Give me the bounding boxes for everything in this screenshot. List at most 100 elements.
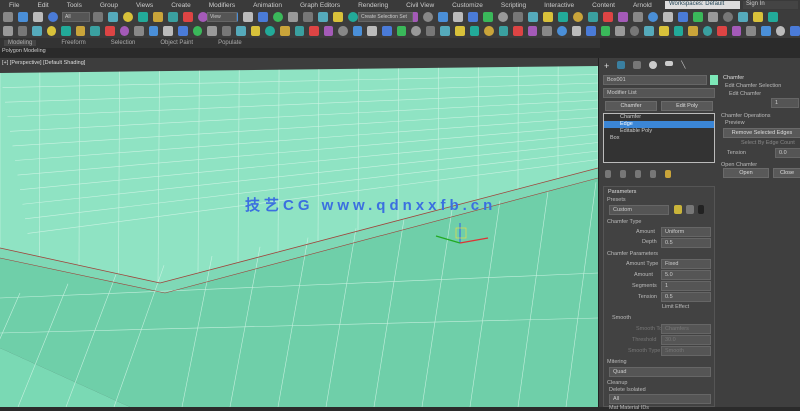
toolbar-tool-icon[interactable] [3,26,13,36]
toolbar-tool-icon[interactable] [790,26,800,36]
toolbar-tool-icon[interactable] [630,26,640,36]
toolbar-tool-icon[interactable] [280,26,290,36]
toolbar-tool-icon[interactable] [3,12,13,22]
ribbon-tab[interactable]: Populate [218,40,242,46]
toolbar-tool-icon[interactable] [688,26,698,36]
show-end-result-icon[interactable] [620,170,626,178]
toolbar-tool-icon[interactable] [18,12,28,22]
toolbar-tool-icon[interactable] [484,26,494,36]
toolbar-tool-icon[interactable] [558,12,568,22]
modifier-button-2[interactable]: Edit Poly [661,101,713,111]
threshold-spinner[interactable]: 30.0 [661,335,711,345]
close-button[interactable]: Close [773,168,800,178]
toolbar-tool-icon[interactable] [18,26,28,36]
open-button[interactable]: Open [723,168,769,178]
toolbar-tool-icon[interactable] [603,12,613,22]
amount-dropdown[interactable]: Uniform [661,227,711,237]
depth-spinner[interactable]: 0.5 [661,238,711,248]
toolbar-tool-icon[interactable] [455,26,465,36]
toolbar-tool-icon[interactable] [222,26,232,36]
toolbar-tool-icon[interactable] [663,12,673,22]
toolbar-tool-icon[interactable] [588,12,598,22]
toolbar-tool-icon[interactable] [90,26,100,36]
toolbar-tool-icon[interactable] [123,12,133,22]
toolbar-tool-icon[interactable] [193,26,203,36]
toolbar-tool-icon[interactable] [498,12,508,22]
toolbar-tool-icon[interactable] [138,12,148,22]
create-tab-icon[interactable]: + [604,61,609,69]
toolbar-tool-icon[interactable] [207,26,217,36]
toolbar-tool-icon[interactable] [120,26,130,36]
configure-sets-icon[interactable] [665,170,671,178]
ribbon-tab[interactable]: Freeform [61,40,85,46]
stack-item[interactable]: Chamfer [604,114,714,121]
select-by-edge-count[interactable]: Select By Edge Count [741,140,795,146]
toolbar-tool-icon[interactable] [251,26,261,36]
toolbar-tool-icon[interactable] [318,12,328,22]
segments-spinner[interactable]: 1 [661,281,711,291]
toolbar-tool-icon[interactable] [149,26,159,36]
selection-filter-dropdown[interactable]: All [62,12,90,22]
menu-item[interactable]: Rendering [349,2,397,9]
toolbar-tool-icon[interactable] [693,12,703,22]
toolbar-tool-icon[interactable] [601,26,611,36]
toolbar-tool-icon[interactable] [678,12,688,22]
smooth-checkbox[interactable]: Smooth [612,315,631,321]
stack-item-selected[interactable]: Edge [604,121,714,128]
toolbar-tool-icon[interactable] [674,26,684,36]
toolbar-tool-icon[interactable] [633,12,643,22]
toolbar-tool-icon[interactable] [273,12,283,22]
mitering-dropdown[interactable]: Quad [609,367,711,377]
toolbar-tool-icon[interactable] [265,26,275,36]
toolbar-tool-icon[interactable] [108,12,118,22]
toolbar-tool-icon[interactable] [333,12,343,22]
toolbar-tool-icon[interactable] [243,12,253,22]
modify-tab-icon[interactable] [617,61,625,69]
toolbar-tool-icon[interactable] [440,26,450,36]
toolbar-tool-icon[interactable] [528,12,538,22]
toolbar-tool-icon[interactable] [483,12,493,22]
toolbar-tool-icon[interactable] [644,26,654,36]
display-tab-icon[interactable] [665,61,673,66]
stack-item[interactable]: Editable Poly [604,128,714,135]
menu-item[interactable]: Arnold [624,2,661,9]
toolbar-tool-icon[interactable] [397,26,407,36]
toolbar-tool-icon[interactable] [426,26,436,36]
toolbar-tool-icon[interactable] [573,12,583,22]
smooth-type-dropdown[interactable]: Smooth [661,346,711,356]
menu-item[interactable]: Civil View [397,2,443,9]
toolbar-tool-icon[interactable] [134,26,144,36]
toolbar-tool-icon[interactable] [32,26,42,36]
hierarchy-tab-icon[interactable] [633,61,641,69]
toolbar-tool-icon[interactable] [776,26,786,36]
toolbar-tool-icon[interactable] [33,12,43,22]
edit-chamfer-spinner[interactable]: 1 [771,98,799,108]
object-name-field[interactable]: Box001 [603,75,707,85]
delete-isolated-dropdown[interactable]: All [609,394,711,404]
reference-coordinate-dropdown[interactable]: View [207,12,237,22]
toolbar-tool-icon[interactable] [659,26,669,36]
tension-param-spinner[interactable]: 0.5 [661,292,711,302]
toolbar-tool-icon[interactable] [105,26,115,36]
rollout-chamfer-title[interactable]: Chamfer [723,75,744,81]
toolbar-tool-icon[interactable] [513,12,523,22]
modifier-button-1[interactable]: Chamfer [605,101,657,111]
toolbar-tool-icon[interactable] [543,12,553,22]
menu-item[interactable]: Tools [58,2,91,9]
named-selection-set-field[interactable]: Create Selection Set [358,12,413,22]
toolbar-tool-icon[interactable] [153,12,163,22]
toolbar-tool-icon[interactable] [295,26,305,36]
toolbar-tool-icon[interactable] [288,12,298,22]
menu-item[interactable]: File [0,2,28,9]
menu-item[interactable]: Modifiers [200,2,244,9]
workspace-selector[interactable]: Workspaces: Default [665,1,740,9]
toolbar-tool-icon[interactable] [168,12,178,22]
toolbar-tool-icon[interactable] [163,26,173,36]
toolbar-tool-icon[interactable] [557,26,567,36]
ribbon-tab[interactable]: Modeling [4,40,36,46]
remove-modifier-icon[interactable] [650,170,656,178]
toolbar-tool-icon[interactable] [723,12,733,22]
toolbar-tool-icon[interactable] [423,12,433,22]
perspective-viewport[interactable]: [+] [Perspective] [Default Shading] 技艺CG… [0,58,598,407]
menu-item[interactable]: Create [162,2,200,9]
